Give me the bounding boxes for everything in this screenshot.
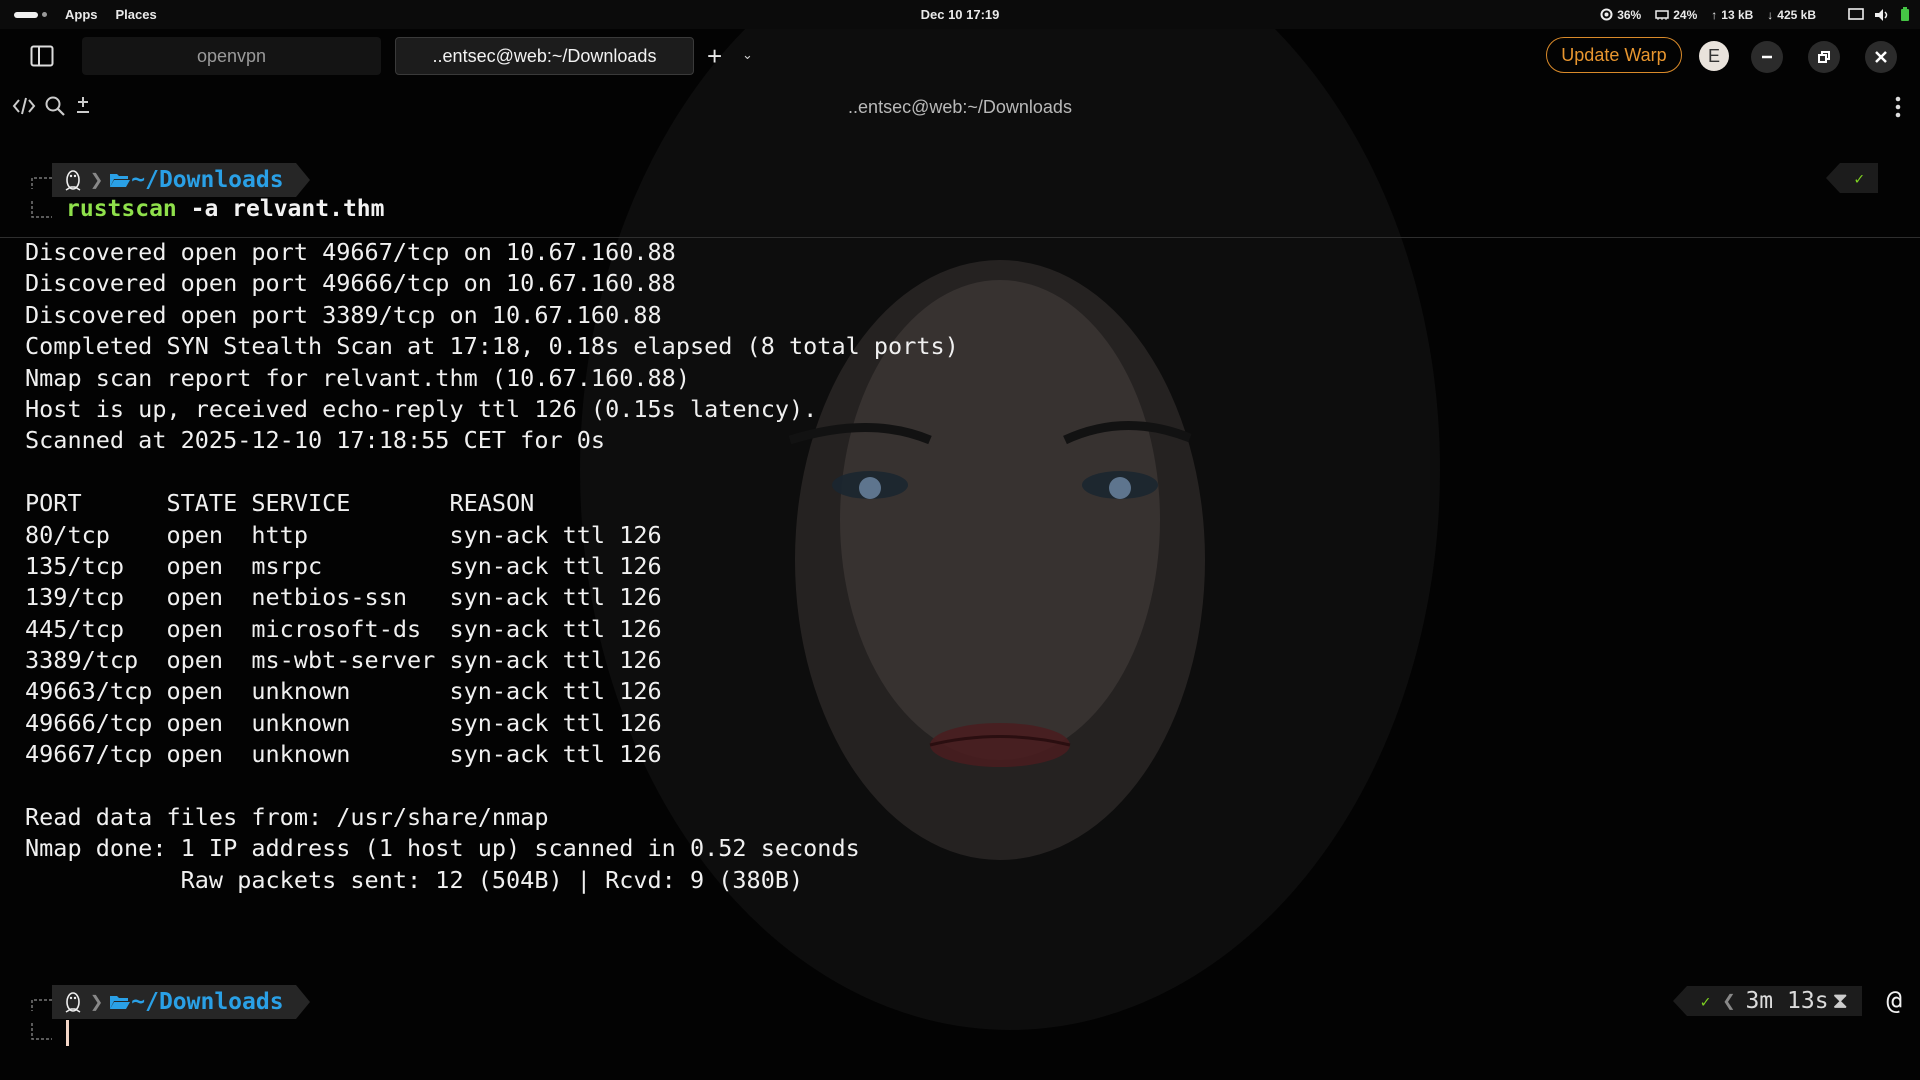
command-args: -a relvant.thm — [176, 196, 385, 222]
chevron-left-icon: ❮ — [1722, 988, 1736, 1014]
chevron-right-icon: ❯ — [90, 167, 104, 193]
cpu-icon — [1600, 8, 1613, 21]
download-indicator[interactable]: ↓ 425 kB — [1767, 8, 1816, 22]
cpu-indicator[interactable]: 36% — [1600, 8, 1641, 22]
check-icon: ✓ — [1700, 991, 1711, 1011]
close-button[interactable] — [1865, 41, 1897, 73]
memory-value: 24% — [1673, 7, 1698, 22]
clock[interactable]: Dec 10 17:19 — [921, 7, 1000, 22]
maximize-button[interactable] — [1808, 41, 1840, 73]
input-cursor[interactable] — [66, 1020, 69, 1046]
volume-icon[interactable] — [1874, 8, 1890, 22]
output-line: Raw packets sent: 12 (504B) | Rcvd: 9 (3… — [25, 865, 804, 894]
screen-icon[interactable] — [1848, 8, 1864, 21]
cpu-value: 36% — [1617, 7, 1642, 22]
apps-menu[interactable]: Apps — [65, 7, 98, 22]
output-line: Completed SYN Stealth Scan at 17:18, 0.1… — [25, 332, 959, 361]
command-status-badge: ✓ — [1826, 163, 1878, 193]
output-line: 80/tcp open http syn-ack ttl 126 — [25, 520, 662, 549]
tab-label: openvpn — [196, 45, 267, 66]
check-icon: ✓ — [1854, 168, 1864, 188]
update-warp-button[interactable]: Update Warp — [1546, 37, 1682, 73]
new-tab-button[interactable]: + — [707, 43, 722, 69]
memory-icon — [1655, 9, 1669, 20]
folder-open-icon — [110, 996, 131, 1009]
arrow-down-icon: ↓ — [1767, 7, 1774, 22]
tab-label: ..entsec@web:~/Downloads — [432, 45, 657, 66]
download-value: 425 kB — [1777, 7, 1816, 22]
output-line: 135/tcp open msrpc syn-ack ttl 126 — [25, 551, 662, 580]
upload-value: 13 kB — [1721, 7, 1754, 22]
at-symbol: @ — [1886, 986, 1902, 1016]
upload-indicator[interactable]: ↑ 13 kB — [1711, 8, 1753, 22]
restore-icon — [1818, 51, 1830, 63]
activities-indicator[interactable] — [14, 11, 47, 18]
output-line: Discovered open port 3389/tcp on 10.67.1… — [25, 300, 662, 329]
prompt-bar: ❯ ~/Downloads — [52, 163, 310, 197]
output-line: 445/tcp open microsoft-ds syn-ack ttl 12… — [25, 614, 662, 643]
current-directory: ~/Downloads — [131, 167, 284, 193]
command-name: rustscan — [66, 196, 177, 222]
pane-title: ..entsec@web:~/Downloads — [848, 97, 1072, 117]
sidebar-toggle-icon[interactable] — [30, 45, 54, 67]
prompt-status-badge: ✓ ❮ 3m 13s ⧗ — [1672, 986, 1862, 1016]
more-options-icon[interactable] — [1894, 93, 1902, 121]
output-line: Discovered open port 49667/tcp on 10.67.… — [25, 238, 676, 266]
output-line: Nmap scan report for relvant.thm (10.67.… — [25, 363, 690, 392]
command-line[interactable]: rustscan -a relvant.thm — [66, 196, 385, 222]
tab-downloads[interactable]: ..entsec@web:~/Downloads — [395, 37, 694, 75]
minimize-icon — [1762, 55, 1772, 59]
prompt-frame — [31, 177, 52, 218]
minimize-button[interactable] — [1751, 41, 1783, 73]
output-line: Read data files from: /usr/share/nmap — [25, 803, 549, 832]
memory-indicator[interactable]: 24% — [1655, 8, 1697, 22]
close-icon — [1875, 51, 1887, 63]
linux-icon — [65, 992, 81, 1013]
output-line: Nmap done: 1 IP address (1 host up) scan… — [25, 834, 860, 863]
output-line: 3389/tcp open ms-wbt-server syn-ack ttl … — [25, 646, 662, 675]
chevron-down-icon[interactable]: ⌄ — [742, 47, 753, 63]
pane-header: ..entsec@web:~/Downloads — [0, 83, 1920, 131]
arrow-up-icon: ↑ — [1711, 7, 1718, 22]
chevron-right-icon: ❯ — [90, 989, 104, 1015]
output-line: PORT STATE SERVICE REASON — [25, 489, 535, 518]
output-line: 139/tcp open netbios-ssn syn-ack ttl 126 — [25, 583, 662, 612]
command-duration: 3m 13s — [1745, 988, 1829, 1014]
hourglass-icon: ⧗ — [1832, 988, 1848, 1014]
tab-bar: openvpn ..entsec@web:~/Downloads + ⌄ Upd… — [0, 29, 1920, 83]
system-top-bar: Apps Places Dec 10 17:19 36% 24% ↑ 13 kB… — [0, 0, 1920, 29]
output-line: 49666/tcp open unknown syn-ack ttl 126 — [25, 708, 662, 737]
tab-openvpn[interactable]: openvpn — [82, 37, 381, 75]
linux-icon — [65, 170, 81, 191]
output-line: Discovered open port 49666/tcp on 10.67.… — [25, 269, 676, 298]
output-line: Host is up, received echo-reply ttl 126 … — [25, 394, 818, 423]
output-line: 49663/tcp open unknown syn-ack ttl 126 — [25, 677, 662, 706]
prompt-bar: ❯ ~/Downloads — [52, 985, 310, 1019]
battery-icon[interactable] — [1900, 7, 1910, 22]
command-output: Discovered open port 49667/tcp on 10.67.… — [25, 237, 1125, 896]
avatar[interactable]: E — [1699, 41, 1729, 71]
prompt-frame — [31, 999, 52, 1040]
folder-open-icon — [110, 174, 131, 187]
output-line: Scanned at 2025-12-10 17:18:55 CET for 0… — [25, 426, 606, 455]
current-directory: ~/Downloads — [131, 989, 284, 1015]
places-menu[interactable]: Places — [116, 7, 157, 22]
output-line: 49667/tcp open unknown syn-ack ttl 126 — [25, 740, 662, 769]
